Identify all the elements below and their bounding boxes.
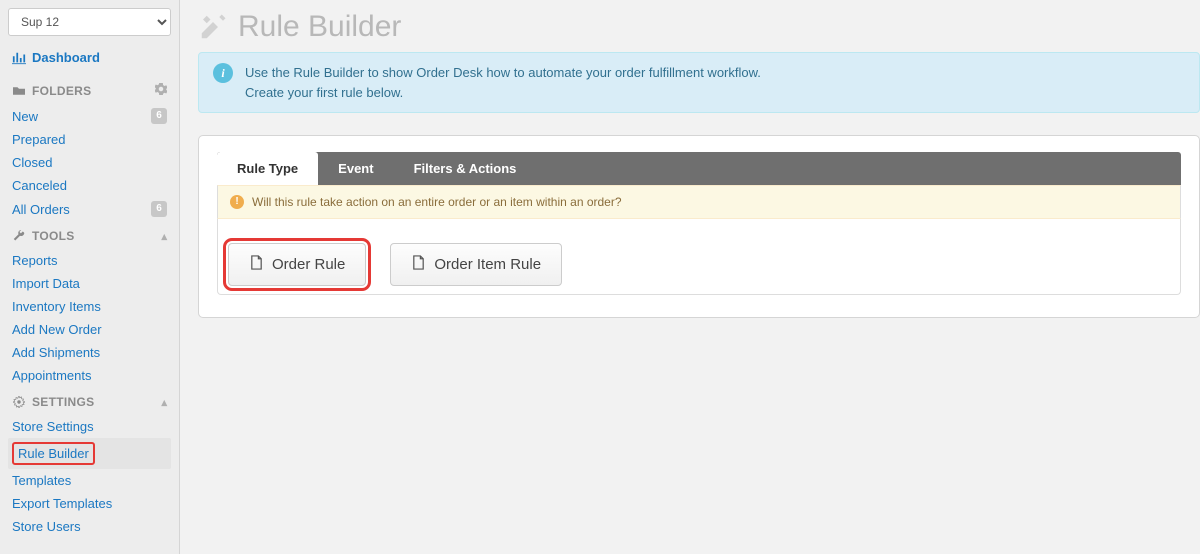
file-icon [249,255,264,274]
tools-add-shipments[interactable]: Add Shipments [8,341,171,364]
store-select[interactable]: Sup 12 [8,8,171,36]
dashboard-link[interactable]: Dashboard [8,46,171,75]
folder-new[interactable]: New 6 [8,104,171,128]
gear-icon [12,395,26,409]
tools-reports[interactable]: Reports [8,249,171,272]
page-title: Rule Builder [198,10,1200,44]
tab-filters-actions[interactable]: Filters & Actions [394,152,537,185]
wrench-icon [12,229,26,243]
badge: 6 [151,108,167,124]
chart-icon [12,51,26,65]
section-header-tools[interactable]: TOOLS ▴ [8,221,171,249]
section-header-folders[interactable]: FOLDERS [8,75,171,104]
order-item-rule-button[interactable]: Order Item Rule [390,243,562,286]
folder-prepared[interactable]: Prepared [8,128,171,151]
tools-add-order[interactable]: Add New Order [8,318,171,341]
folder-all-orders[interactable]: All Orders 6 [8,197,171,221]
question-bar: ! Will this rule take action on an entir… [217,185,1181,219]
order-rule-button[interactable]: Order Rule [228,243,366,286]
file-icon [411,255,426,274]
dashboard-label: Dashboard [32,50,100,65]
warning-icon: ! [230,195,244,209]
section-header-settings[interactable]: SETTINGS ▴ [8,387,171,415]
tab-rule-type[interactable]: Rule Type [217,152,318,185]
info-alert: i Use the Rule Builder to show Order Des… [198,52,1200,113]
caret-up-icon[interactable]: ▴ [161,230,167,243]
tools-inventory[interactable]: Inventory Items [8,295,171,318]
info-icon: i [213,63,233,83]
tab-event[interactable]: Event [318,152,393,185]
folder-canceled[interactable]: Canceled [8,174,171,197]
settings-templates[interactable]: Templates [8,469,171,492]
settings-rule-builder[interactable]: Rule Builder [8,438,171,469]
folder-closed[interactable]: Closed [8,151,171,174]
tools-import-data[interactable]: Import Data [8,272,171,295]
rule-builder-panel: Rule Type Event Filters & Actions ! Will… [198,135,1200,318]
gear-icon[interactable] [155,83,167,98]
main-content: Rule Builder i Use the Rule Builder to s… [180,0,1200,554]
badge: 6 [151,201,167,217]
settings-store[interactable]: Store Settings [8,415,171,438]
tools-appointments[interactable]: Appointments [8,364,171,387]
rule-type-buttons: Order Rule Order Item Rule [217,219,1181,295]
tabs: Rule Type Event Filters & Actions [217,152,1181,185]
settings-export-templates[interactable]: Export Templates [8,492,171,515]
folder-icon [12,84,26,98]
settings-store-users[interactable]: Store Users [8,515,171,538]
tools-icon [198,12,228,42]
caret-up-icon[interactable]: ▴ [161,396,167,409]
sidebar: Sup 12 Dashboard FOLDERS New 6 Prepared [0,0,180,554]
